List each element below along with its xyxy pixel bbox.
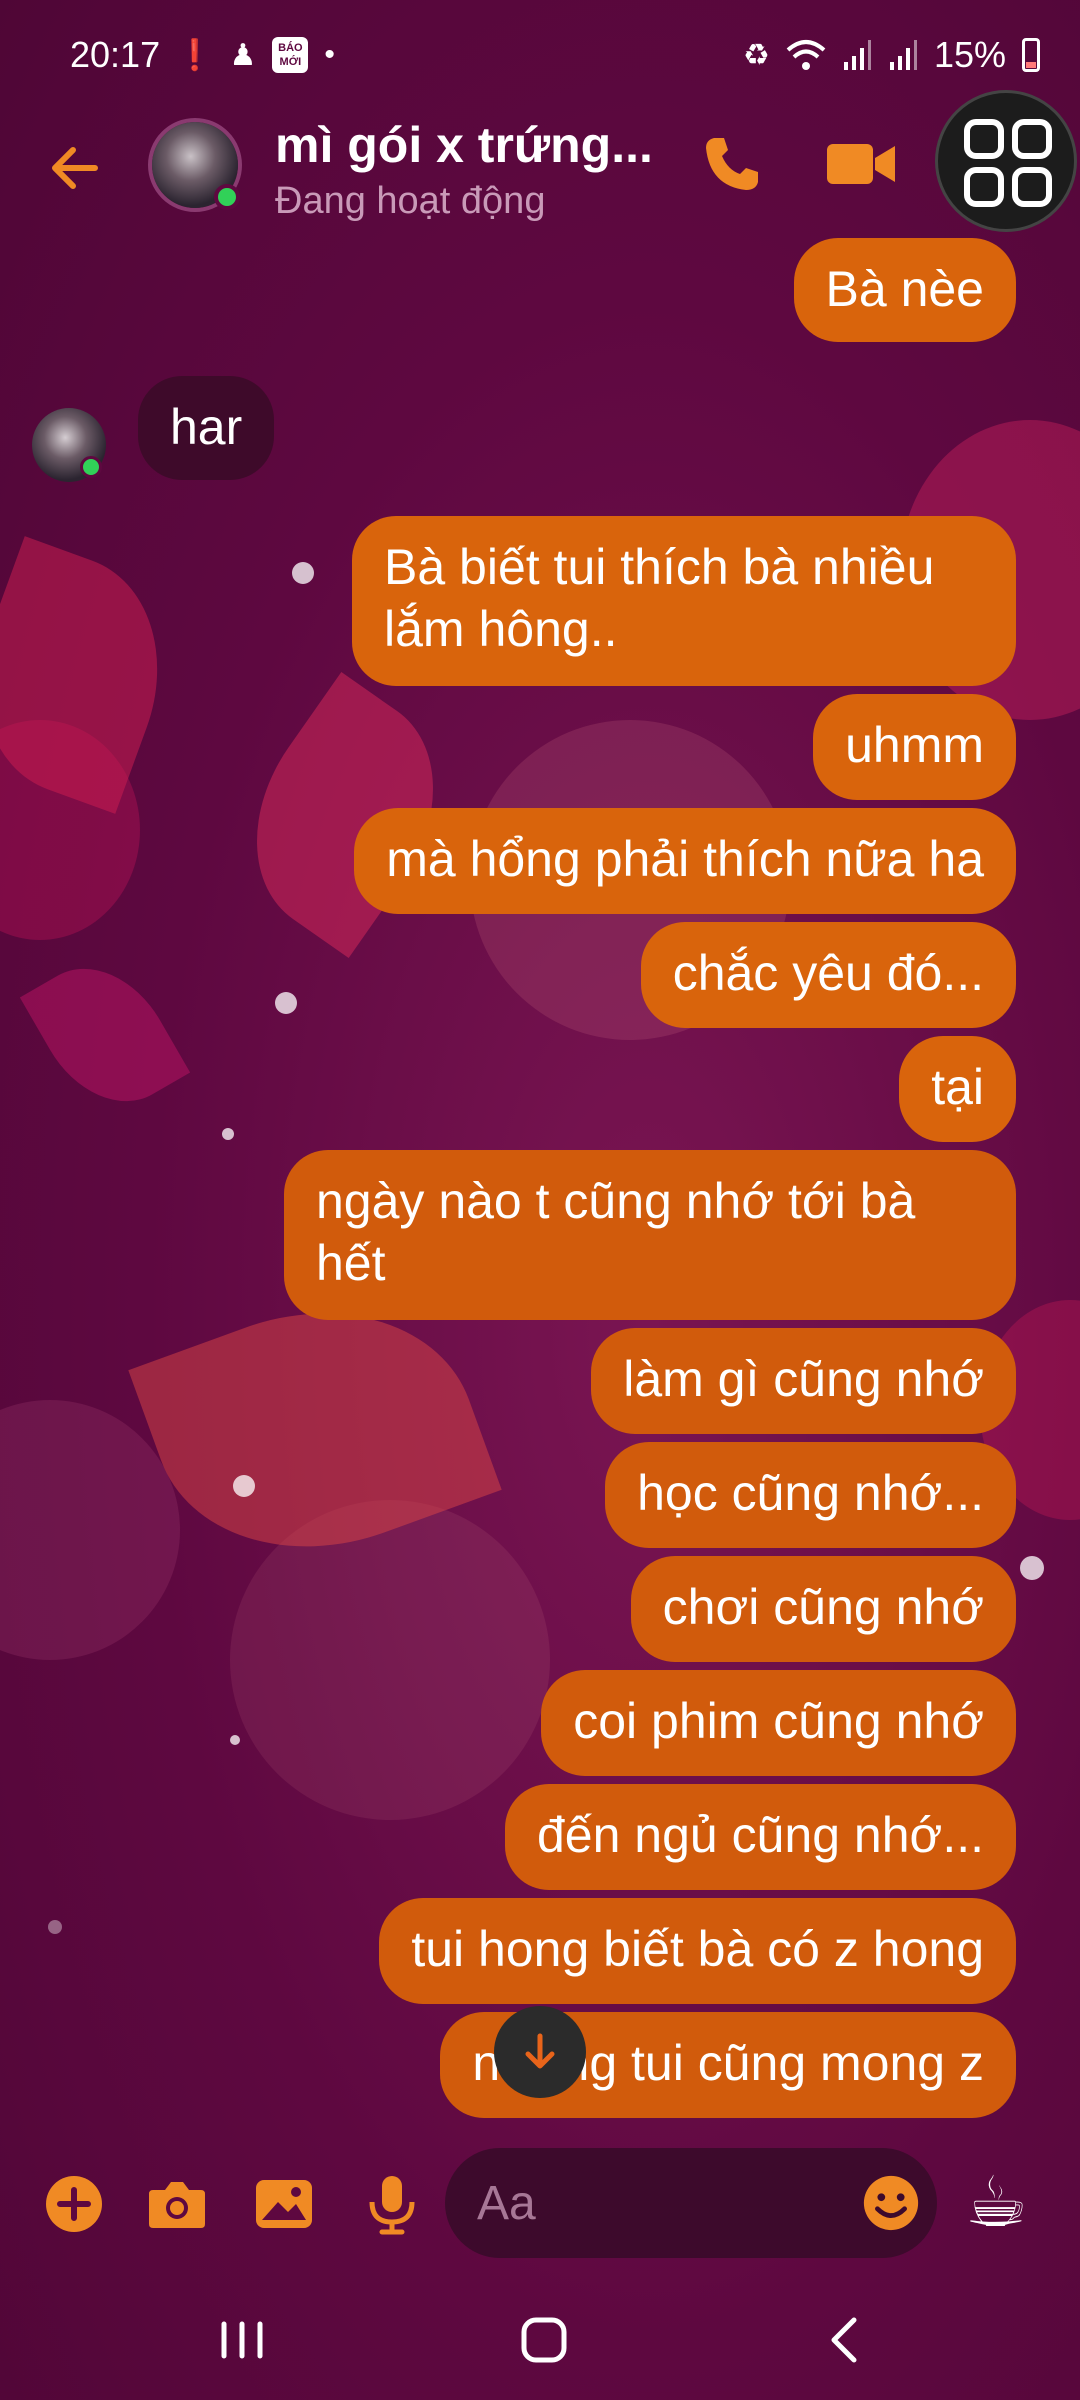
phone-icon[interactable] — [700, 132, 764, 196]
wifi-icon — [786, 40, 826, 70]
message-line: hết — [316, 1235, 386, 1291]
news-app-icon: BÁO MỚI — [272, 37, 309, 73]
message-bubble-outgoing[interactable]: chắc yêu đó... — [640, 922, 1016, 1028]
battery-saver-icon: ♻ — [743, 38, 770, 72]
battery-icon — [1022, 38, 1040, 72]
online-status-dot — [214, 184, 240, 210]
message-bubble-outgoing[interactable]: uhmm — [813, 694, 1016, 800]
online-status-dot — [80, 456, 102, 478]
contact-status: Đang hoạt động — [275, 180, 546, 222]
message-bubble-incoming[interactable]: har — [138, 376, 275, 480]
chat-header: mì gói x trứng... Đang hoạt động — [0, 90, 1080, 240]
recents-icon[interactable] — [202, 2310, 282, 2370]
sender-avatar[interactable] — [32, 408, 106, 482]
message-line: Bà biết tui thích bà nhiều — [384, 539, 935, 595]
message-composer: ☕ — [0, 2130, 1080, 2280]
system-navigation-bar — [0, 2280, 1080, 2400]
emoji-icon[interactable] — [860, 2172, 922, 2234]
contact-avatar[interactable] — [148, 118, 242, 212]
signal-strength-icon — [843, 40, 871, 70]
message-bubble-outgoing[interactable]: đến ngủ cũng nhớ... — [504, 1784, 1016, 1890]
message-line: ngày nào t cũng nhớ tới bà — [316, 1173, 916, 1229]
message-bubble-outgoing[interactable]: tui hong biết bà có z hong — [379, 1898, 1016, 2004]
back-arrow-icon[interactable] — [40, 140, 110, 210]
back-icon[interactable] — [806, 2310, 886, 2370]
scroll-to-bottom-button[interactable] — [494, 2006, 586, 2098]
message-bubble-outgoing[interactable]: Bà biết tui thích bà nhiều lắm hông.. — [352, 516, 1016, 686]
battery-percent: 15% — [933, 34, 1006, 75]
message-bubble-outgoing[interactable]: chơi cũng nhớ — [630, 1556, 1016, 1662]
status-time: 20:17 — [70, 34, 161, 75]
message-bubble-outgoing[interactable]: coi phim cũng nhớ — [541, 1670, 1016, 1776]
more-notifications-dot-icon: • — [324, 38, 335, 71]
status-bar: 20:17 ❗ ♟ BÁO MỚI • ♻ 15% — [0, 0, 1080, 110]
message-bubble-outgoing[interactable]: Bà nèe — [793, 238, 1016, 342]
camera-icon[interactable] — [145, 2172, 209, 2236]
app-grid-icon[interactable] — [935, 90, 1077, 232]
home-icon[interactable] — [504, 2310, 584, 2370]
message-bubble-outgoing[interactable]: tại — [899, 1036, 1016, 1142]
contact-name[interactable]: mì gói x trứng... — [275, 116, 675, 174]
video-camera-icon[interactable] — [825, 136, 897, 192]
coffee-icon[interactable]: ☕ — [965, 2160, 1055, 2244]
arrow-down-icon — [525, 2033, 555, 2069]
message-bubble-outgoing[interactable]: học cũng nhớ... — [605, 1442, 1016, 1548]
message-bubble-outgoing[interactable]: làm gì cũng nhớ — [591, 1328, 1016, 1434]
message-bubble-outgoing[interactable]: mà hổng phải thích nữa ha — [354, 808, 1016, 914]
signal-strength-icon-2 — [889, 40, 917, 70]
image-icon[interactable] — [252, 2172, 316, 2236]
message-line: lắm hông.. — [384, 601, 618, 657]
chess-notification-icon: ♟ — [229, 38, 257, 72]
microphone-icon[interactable] — [360, 2172, 424, 2236]
message-bubble-outgoing[interactable]: ngày nào t cũng nhớ tới bà hết — [284, 1150, 1016, 1320]
plus-icon[interactable] — [42, 2172, 106, 2236]
alert-notification-icon: ❗ — [176, 38, 214, 72]
